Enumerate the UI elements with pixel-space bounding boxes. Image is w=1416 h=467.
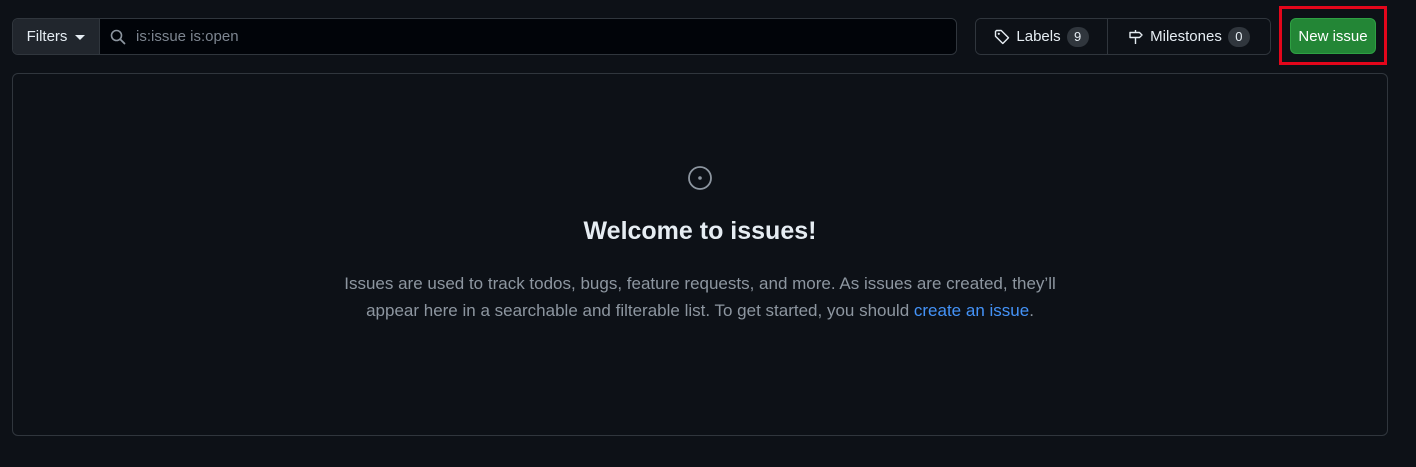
create-issue-link[interactable]: create an issue [914,301,1029,320]
blankslate-description: Issues are used to track todos, bugs, fe… [320,270,1080,324]
labels-milestones-nav: Labels 9 Milestones 0 [975,18,1271,55]
issues-blankslate: Welcome to issues! Issues are used to tr… [12,73,1388,436]
new-issue-button[interactable]: New issue [1290,18,1376,54]
milestones-count-badge: 0 [1227,26,1250,47]
search-input[interactable] [136,19,956,54]
issue-opened-icon [688,166,712,190]
new-issue-highlight: New issue [1279,6,1387,65]
blankslate-heading: Welcome to issues! [583,217,817,245]
filters-label: Filters [26,28,68,45]
search-icon [110,29,126,44]
filter-search-group: Filters [12,18,957,55]
milestones-label: Milestones [1150,28,1222,45]
milestone-icon [1129,29,1143,44]
description-end: . [1029,301,1034,320]
issues-toolbar: Filters Labels 9 Milestone [12,6,1388,65]
search-box [100,19,956,54]
labels-count-badge: 9 [1066,26,1089,47]
milestones-link[interactable]: Milestones 0 [1108,19,1270,54]
labels-label: Labels [1016,28,1061,45]
labels-link[interactable]: Labels 9 [976,19,1108,54]
tag-icon [995,29,1010,44]
filters-dropdown-button[interactable]: Filters [13,19,100,54]
caret-down-icon [75,35,86,40]
